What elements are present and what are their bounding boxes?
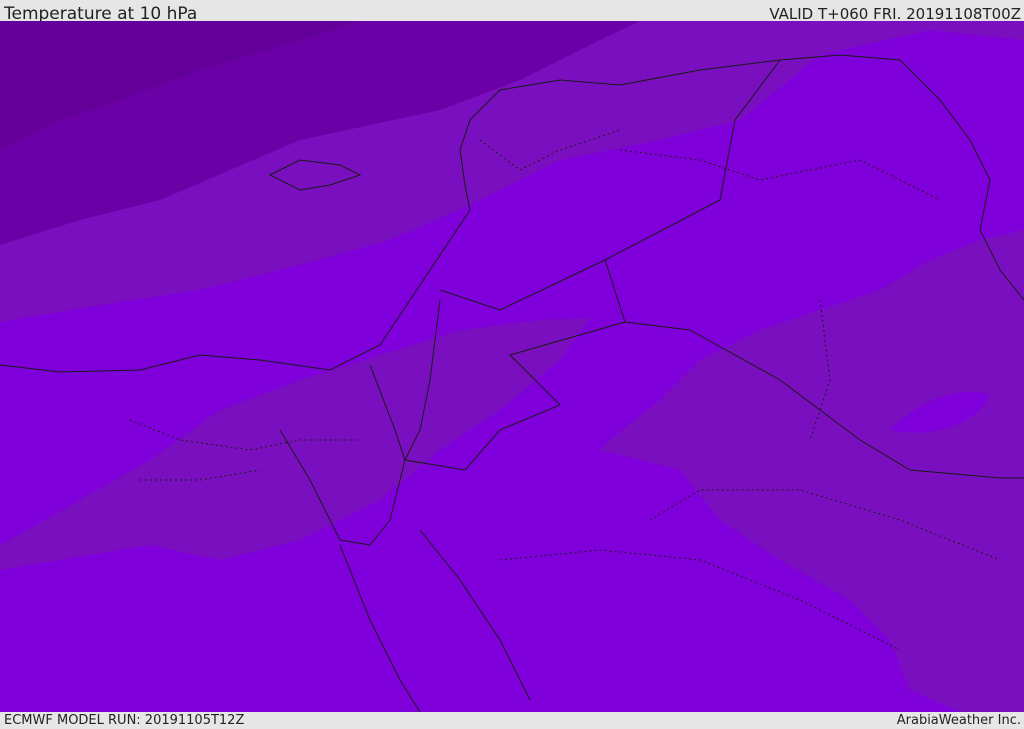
temperature-map[interactable] — [0, 21, 1024, 712]
map-footer: ECMWF MODEL RUN: 20191105T12Z ArabiaWeat… — [0, 712, 1024, 729]
credit-label: ArabiaWeather Inc. — [896, 713, 1021, 728]
map-header: Temperature at 10 hPa VALID T+060 FRI. 2… — [0, 0, 1024, 24]
model-run-label: ECMWF MODEL RUN: 20191105T12Z — [4, 713, 245, 728]
